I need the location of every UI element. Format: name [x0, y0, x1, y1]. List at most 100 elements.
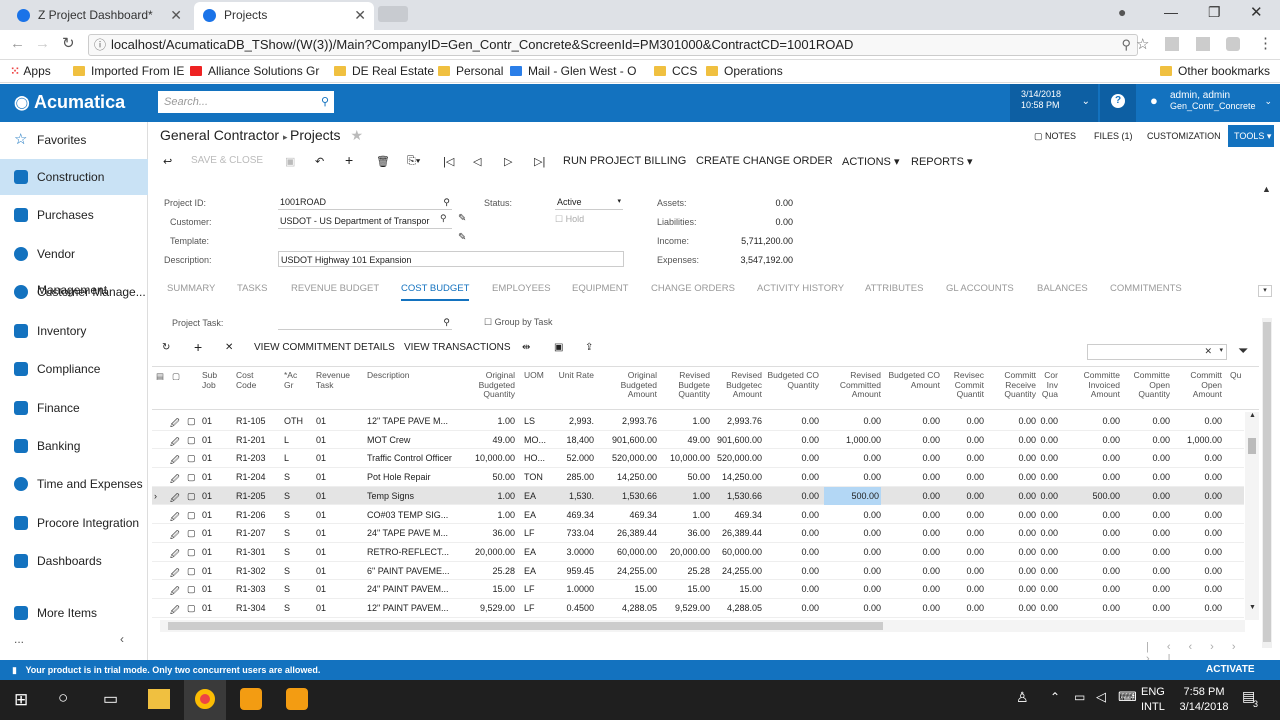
- paperclip-icon[interactable]: 🖉: [170, 491, 180, 507]
- profile-icon[interactable]: ●: [1118, 4, 1126, 20]
- table-cell[interactable]: 0.00: [767, 547, 819, 557]
- table-cell[interactable]: 0.00: [944, 453, 984, 463]
- table-cell[interactable]: 0.00: [1064, 510, 1120, 520]
- table-cell[interactable]: 0.00: [944, 603, 984, 613]
- table-cell[interactable]: 0.00: [887, 547, 940, 557]
- table-cell[interactable]: 1.0000: [558, 584, 594, 594]
- table-cell[interactable]: 469.34: [558, 510, 594, 520]
- table-cell[interactable]: 15.00: [467, 584, 515, 594]
- customer-field[interactable]: USDOT - US Department of Transpor: [278, 213, 452, 229]
- collapse-sidebar-icon[interactable]: ‹: [120, 632, 124, 646]
- table-cell[interactable]: 0.00: [944, 528, 984, 538]
- table-cell[interactable]: 0.00: [990, 472, 1036, 482]
- table-cell[interactable]: 01: [316, 453, 356, 463]
- tab-equipment[interactable]: EQUIPMENT: [572, 283, 628, 294]
- collapse-header-icon[interactable]: ▲: [1262, 184, 1271, 194]
- table-cell[interactable]: 733.04: [558, 528, 594, 538]
- table-cell[interactable]: 4,288.05: [597, 603, 657, 613]
- column-header[interactable]: UOM: [524, 371, 556, 407]
- global-search-input[interactable]: Search... ⚲: [158, 91, 334, 113]
- search-icon[interactable]: ⚲: [321, 91, 329, 113]
- table-cell[interactable]: MOT Crew: [367, 435, 467, 445]
- table-cell[interactable]: 25.28: [467, 566, 515, 576]
- table-cell[interactable]: 500.00: [824, 486, 881, 505]
- bookmark-folder[interactable]: Imported From IE: [73, 64, 184, 78]
- table-cell[interactable]: 01: [202, 528, 224, 538]
- table-cell[interactable]: 0.00: [1172, 472, 1222, 482]
- table-cell[interactable]: 0.00: [824, 472, 881, 482]
- refresh-icon[interactable]: ↻: [162, 342, 170, 353]
- table-cell[interactable]: 1,000.00: [1172, 435, 1222, 445]
- paperclip-icon[interactable]: 🖉: [170, 510, 180, 526]
- bookmark-folder[interactable]: Personal: [438, 64, 503, 78]
- file-icon[interactable]: ▢: [187, 603, 196, 614]
- browser-tab-active[interactable]: Projects ✕: [194, 2, 374, 30]
- table-cell[interactable]: 0.00: [944, 584, 984, 594]
- table-cell[interactable]: 0.00: [887, 528, 940, 538]
- table-cell[interactable]: 0.00: [824, 603, 881, 613]
- group-by-task-checkbox[interactable]: ☐ Group by Task: [484, 317, 552, 328]
- column-header[interactable]: Original Budgeted Amount: [597, 371, 657, 407]
- company-date-selector[interactable]: 3/14/2018 10:58 PM ⌄: [1010, 84, 1098, 122]
- table-cell[interactable]: 0.00: [1172, 453, 1222, 463]
- table-cell[interactable]: 0.00: [1064, 435, 1120, 445]
- table-cell[interactable]: 0.00: [1064, 416, 1120, 426]
- view-commitment-details-button[interactable]: VIEW COMMITMENT DETAILS: [254, 342, 395, 353]
- tray-expand-icon[interactable]: ⌃: [1050, 690, 1060, 704]
- table-cell[interactable]: 1,530.66: [712, 491, 762, 501]
- table-cell[interactable]: 0.00: [990, 435, 1036, 445]
- app-icon[interactable]: [286, 688, 308, 710]
- tab-change-orders[interactable]: CHANGE ORDERS: [651, 283, 735, 294]
- project-id-field[interactable]: 1001ROAD ⚲: [278, 194, 452, 210]
- clear-icon[interactable]: ✕: [1204, 346, 1212, 357]
- notes-link[interactable]: ▢ NOTES: [1034, 131, 1076, 142]
- table-cell[interactable]: 1.00: [467, 491, 515, 501]
- paperclip-icon[interactable]: 🖉: [170, 547, 180, 563]
- table-cell[interactable]: 0.00: [1064, 472, 1120, 482]
- sidebar-item-vendor-management[interactable]: Vendor Management: [0, 236, 148, 297]
- table-cell[interactable]: 0.00: [990, 528, 1036, 538]
- sidebar-overflow[interactable]: ...: [14, 632, 24, 646]
- table-cell[interactable]: 24" PAINT PAVEM...: [367, 584, 467, 594]
- table-cell[interactable]: 0.00: [887, 416, 940, 426]
- help-button[interactable]: ?: [1100, 84, 1136, 122]
- table-cell[interactable]: 2,993.: [558, 416, 594, 426]
- table-cell[interactable]: EA: [524, 510, 556, 520]
- user-menu[interactable]: ● admin, admin Gen_Contr_Concrete ⌄: [1140, 84, 1280, 122]
- table-cell[interactable]: LS: [524, 416, 556, 426]
- table-cell[interactable]: 1.00: [467, 510, 515, 520]
- paperclip-icon[interactable]: 🖉: [170, 416, 180, 432]
- address-bar[interactable]: ⓘ localhost/AcumaticaDB_TShow/(W(3))/Mai…: [88, 34, 1138, 56]
- bookmark-star-icon[interactable]: ☆: [1136, 35, 1149, 53]
- table-cell[interactable]: 49.00: [662, 435, 710, 445]
- column-header[interactable]: Unit Rate: [558, 371, 594, 407]
- table-cell[interactable]: 285.00: [558, 472, 594, 482]
- table-cell[interactable]: 01: [316, 584, 356, 594]
- table-cell[interactable]: 0.00: [824, 416, 881, 426]
- table-cell[interactable]: 01: [316, 603, 356, 613]
- table-cell[interactable]: 0.00: [1064, 547, 1120, 557]
- table-cell[interactable]: 0.00: [887, 453, 940, 463]
- actions-menu[interactable]: ACTIONS ▾: [842, 155, 899, 168]
- table-cell[interactable]: 0.00: [990, 566, 1036, 576]
- table-cell[interactable]: 0.00: [1038, 416, 1058, 426]
- table-cell[interactable]: 0.00: [944, 510, 984, 520]
- table-cell[interactable]: L: [284, 453, 308, 463]
- table-cell[interactable]: S: [284, 584, 308, 594]
- save-icon[interactable]: ▣: [285, 155, 295, 168]
- first-record-icon[interactable]: |◁: [443, 155, 454, 168]
- table-cell[interactable]: 1,530.66: [597, 491, 657, 501]
- grid-search-input[interactable]: ✕ ▾: [1087, 344, 1227, 360]
- extension-icon[interactable]: [1196, 37, 1210, 51]
- table-cell[interactable]: R1-201: [236, 435, 276, 445]
- column-header[interactable]: Description: [367, 371, 467, 407]
- tools-button[interactable]: TOOLS ▾: [1228, 125, 1274, 147]
- people-icon[interactable]: ♙: [1016, 689, 1029, 706]
- table-cell[interactable]: 0.00: [1122, 566, 1170, 576]
- sidebar-item-more[interactable]: More Items: [0, 595, 148, 631]
- paperclip-icon[interactable]: 🖉: [170, 584, 180, 600]
- table-cell[interactable]: TON: [524, 472, 556, 482]
- sidebar-item-inventory[interactable]: Inventory: [0, 313, 148, 349]
- table-cell[interactable]: 9,529.00: [662, 603, 710, 613]
- table-cell[interactable]: 36.00: [662, 528, 710, 538]
